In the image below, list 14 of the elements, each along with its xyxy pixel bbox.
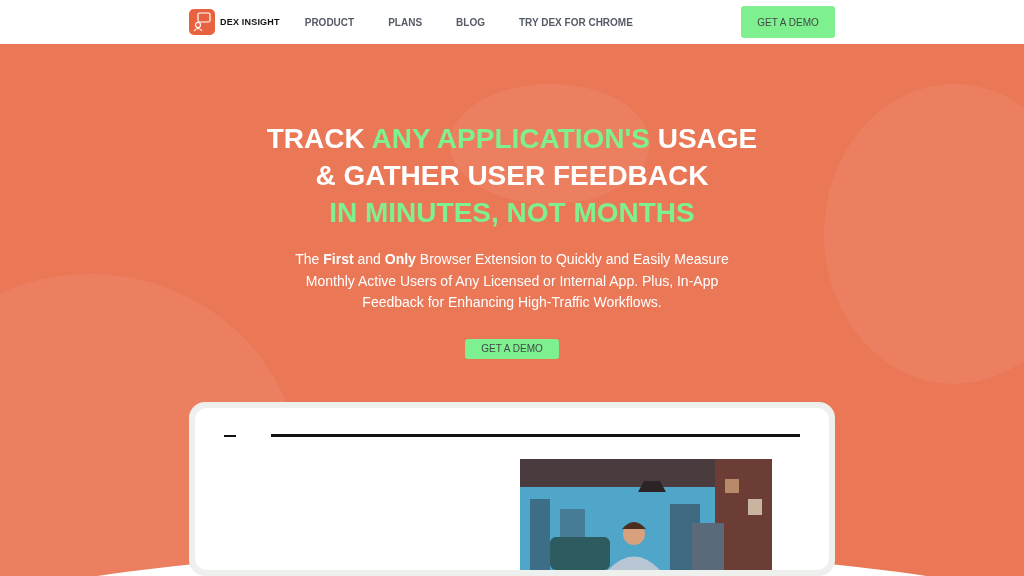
demo-button[interactable]: GET A DEMO <box>465 338 559 359</box>
nav-link[interactable]: PRODUCT <box>304 16 355 28</box>
nav-link[interactable]: PLANS <box>388 16 423 28</box>
headline-text: IN MINUTES, NOT MONTHS <box>329 197 695 228</box>
headline-text: & GATHER USER FEEDBACK <box>315 160 709 191</box>
nav-link[interactable]: BLOG <box>456 16 485 28</box>
brand-name[interactable]: DEX INSIGHT <box>220 17 280 27</box>
headline-text: USAGE <box>656 123 758 154</box>
nav-link[interactable]: TRY DEX FOR CHROME <box>518 16 633 28</box>
demo-button[interactable]: GET A DEMO <box>741 6 835 38</box>
hero-subtitle: The First and Only Browser Extension to Quickly and Easily Measure Monthly Active Users of Any Licensed or Internal App. Plus, In-App Feedback for Enhancing High-Traffic Workflows. <box>294 250 730 312</box>
headline-text: ANY APPLICATION'S <box>371 123 650 154</box>
logo-icon <box>189 9 215 35</box>
headline-text: TRACK <box>266 123 366 154</box>
